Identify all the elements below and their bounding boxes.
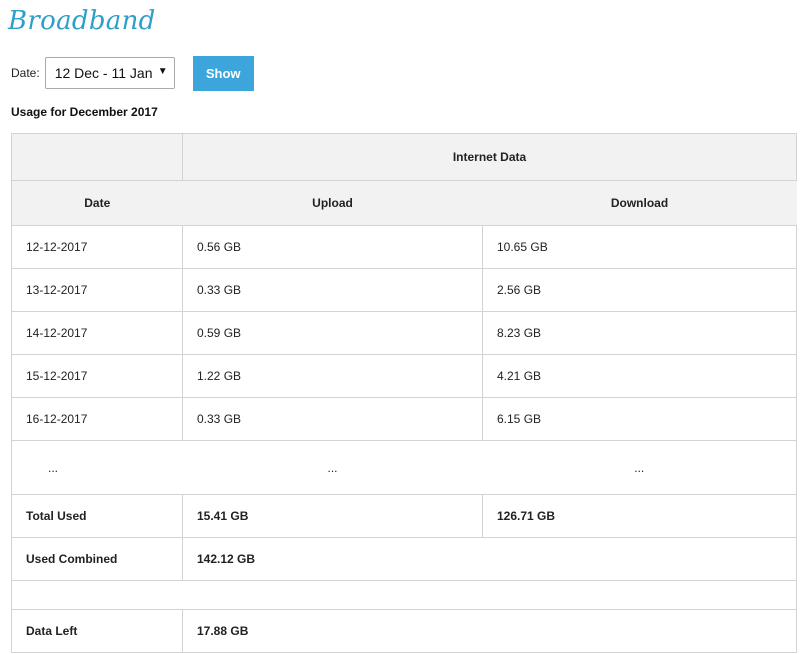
date-range-value: 12 Dec - 11 Jan bbox=[54, 65, 153, 81]
date-label: Date: bbox=[11, 66, 40, 80]
header-row-columns: Date Upload Download bbox=[11, 180, 797, 226]
spacer-row bbox=[11, 580, 797, 610]
row-upload: 0.33 GB bbox=[182, 397, 483, 441]
row-download: 4.21 GB bbox=[482, 354, 797, 398]
date-range-select[interactable]: 12 Dec - 11 Jan ▼ bbox=[44, 57, 175, 89]
row-download: 10.65 GB bbox=[482, 225, 797, 269]
ellipsis-upload: ... bbox=[182, 440, 483, 495]
used-combined-label: Used Combined bbox=[11, 537, 183, 581]
total-used-row: Total Used 15.41 GB 126.71 GB bbox=[11, 494, 797, 538]
total-used-label: Total Used bbox=[11, 494, 183, 538]
table-row: 16-12-2017 0.33 GB 6.15 GB bbox=[11, 397, 797, 441]
row-upload: 0.59 GB bbox=[182, 311, 483, 355]
header-internet-data: Internet Data bbox=[182, 133, 797, 181]
row-download: 8.23 GB bbox=[482, 311, 797, 355]
header-download: Download bbox=[482, 180, 797, 226]
show-button[interactable]: Show bbox=[192, 55, 254, 91]
table-row: 12-12-2017 0.56 GB 10.65 GB bbox=[11, 225, 797, 269]
usage-table: Internet Data Date Upload Download 12-12… bbox=[11, 133, 797, 653]
table-row: 15-12-2017 1.22 GB 4.21 GB bbox=[11, 354, 797, 398]
header-blank-cell bbox=[11, 133, 183, 181]
header-row-group: Internet Data bbox=[11, 133, 797, 181]
row-date: 13-12-2017 bbox=[11, 268, 183, 312]
ellipsis-download: ... bbox=[482, 440, 797, 495]
ellipsis-date: ... bbox=[11, 440, 183, 495]
table-row: 13-12-2017 0.33 GB 2.56 GB bbox=[11, 268, 797, 312]
header-upload: Upload bbox=[182, 180, 483, 226]
table-row: 14-12-2017 0.59 GB 8.23 GB bbox=[11, 311, 797, 355]
row-date: 16-12-2017 bbox=[11, 397, 183, 441]
row-upload: 1.22 GB bbox=[182, 354, 483, 398]
row-download: 6.15 GB bbox=[482, 397, 797, 441]
used-combined-value: 142.12 GB bbox=[182, 537, 797, 581]
total-download: 126.71 GB bbox=[482, 494, 797, 538]
data-left-value: 17.88 GB bbox=[182, 609, 797, 653]
data-left-label: Data Left bbox=[11, 609, 183, 653]
ellipsis-row: ... ... ... bbox=[11, 440, 797, 495]
spacer-cell bbox=[11, 580, 797, 610]
row-date: 15-12-2017 bbox=[11, 354, 183, 398]
used-combined-row: Used Combined 142.12 GB bbox=[11, 537, 797, 581]
row-upload: 0.33 GB bbox=[182, 268, 483, 312]
data-left-row: Data Left 17.88 GB bbox=[11, 609, 797, 653]
chevron-down-icon: ▼ bbox=[157, 66, 168, 77]
total-upload: 15.41 GB bbox=[182, 494, 483, 538]
header-date: Date bbox=[11, 180, 183, 226]
row-upload: 0.56 GB bbox=[182, 225, 483, 269]
row-download: 2.56 GB bbox=[482, 268, 797, 312]
row-date: 12-12-2017 bbox=[11, 225, 183, 269]
page-title: Broadband bbox=[8, 6, 156, 36]
usage-heading: Usage for December 2017 bbox=[11, 105, 158, 119]
row-date: 14-12-2017 bbox=[11, 311, 183, 355]
date-filter-bar: Date: 12 Dec - 11 Jan ▼ Show bbox=[11, 55, 254, 91]
